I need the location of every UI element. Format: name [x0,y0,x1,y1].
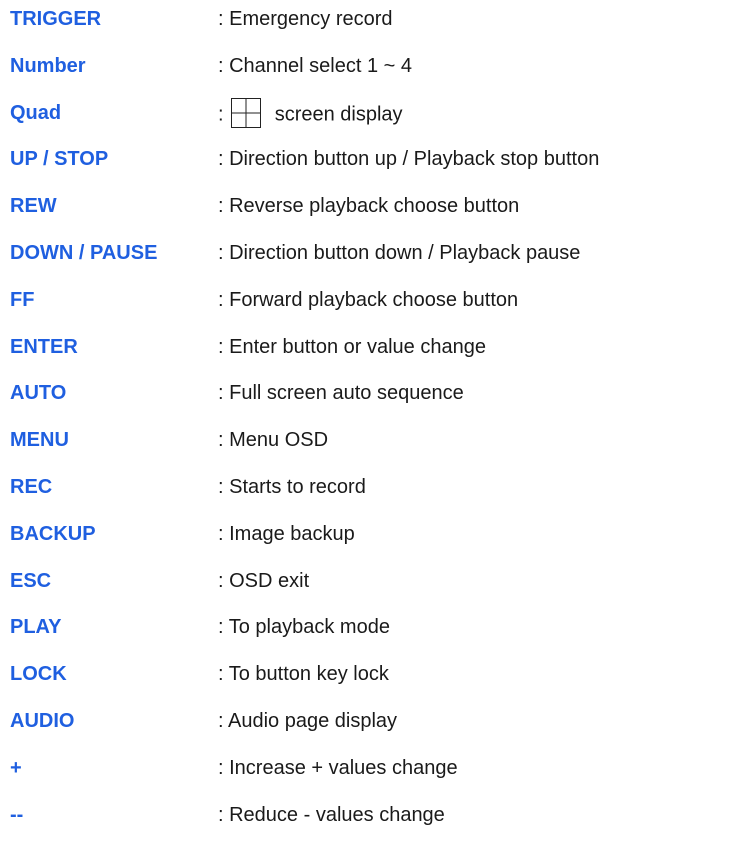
key-description: : Audio page display [218,709,398,732]
list-item-up-stop: UP / STOP : Direction button up / Playba… [10,140,730,187]
key-label: FF [10,288,35,311]
key-description: : OSD exit [218,569,310,592]
list-item-number: Number : Channel select 1 ~ 4 [10,47,730,94]
key-description: : Reverse playback choose button [218,195,520,218]
key-description: : Forward playback choose button [218,288,519,311]
key-label: MENU [10,429,69,452]
key-description: : Increase + values change [218,756,458,779]
key-description: : Direction button down / Playback pause [218,241,581,264]
key-description: : Full screen auto sequence [218,382,464,405]
list-item-trigger: TRIGGER : Emergency record [10,0,730,47]
key-description: : Direction button up / Playback stop bu… [218,148,600,171]
key-label: ESC [10,569,52,592]
key-label: REW [10,195,57,218]
key-description: : Reduce - values change [218,803,445,826]
key-description: : Emergency record [218,8,393,30]
key-description: : Menu OSD [218,429,329,452]
list-item-menu: MENU : Menu OSD [10,421,730,468]
list-item-rec: REC : Starts to record [10,468,730,515]
list-item-enter: ENTER : Enter button or value change [10,328,730,375]
key-label: Number [10,54,86,77]
key-description: : To playback mode [218,616,390,639]
key-label: DOWN / PAUSE [10,241,158,264]
key-label: BACKUP [10,522,96,545]
key-label: PLAY [10,616,62,639]
key-label: Quad [10,101,62,124]
key-label: AUTO [10,382,67,405]
list-item-auto: AUTO : Full screen auto sequence [10,374,730,421]
list-item-rew: REW : Reverse playback choose button [10,187,730,234]
key-description: : Channel select 1 ~ 4 [218,54,413,77]
key-description: : Starts to record [218,475,366,498]
list-item-minus: -- : Reduce - values change [10,796,730,843]
key-label: -- [10,803,24,826]
quad-grid-icon [231,97,262,128]
key-description: : screen display [218,97,403,130]
description-prefix: : [218,102,224,125]
key-label: UP / STOP [10,148,109,171]
key-label: TRIGGER [10,8,102,30]
key-label: REC [10,475,53,498]
list-item-quad: Quad : screen display [10,94,730,141]
list-item-lock: LOCK : To button key lock [10,655,730,702]
list-item-play: PLAY : To playback mode [10,608,730,655]
list-item-esc: ESC : OSD exit [10,562,730,609]
button-description-list: TRIGGER : Emergency record Number : Chan… [10,0,730,842]
key-label: ENTER [10,335,78,358]
key-description: : To button key lock [218,663,389,686]
key-label: LOCK [10,663,67,686]
key-description: : Image backup [218,522,355,545]
list-item-plus: + : Increase + values change [10,749,730,796]
list-item-audio: AUDIO : Audio page display [10,702,730,749]
key-description: : Enter button or value change [218,335,486,358]
description-suffix: screen display [274,102,403,125]
list-item-backup: BACKUP : Image backup [10,515,730,562]
list-item-down-pause: DOWN / PAUSE : Direction button down / P… [10,234,730,281]
key-label: + [10,756,22,779]
list-item-ff: FF : Forward playback choose button [10,281,730,328]
key-label: AUDIO [10,709,75,732]
